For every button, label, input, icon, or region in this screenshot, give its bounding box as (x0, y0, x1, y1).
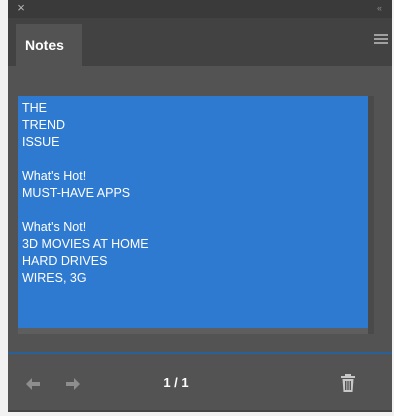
right-arrow-icon (66, 378, 80, 390)
note-text-line (22, 151, 372, 168)
note-text-line: MUST-HAVE APPS (22, 186, 131, 200)
note-text-line: 3D MOVIES AT HOME (22, 237, 149, 251)
page-counter: 1 / 1 (163, 375, 189, 390)
panel-menu-icon[interactable] (374, 34, 388, 46)
note-text-line: HARD DRIVES (22, 254, 108, 268)
previous-note-button[interactable] (24, 376, 42, 392)
note-text-line: TREND (22, 118, 66, 132)
note-text-line: WIRES, 3G (22, 271, 87, 285)
panel-bottom-edge (8, 410, 392, 412)
note-text-line: THE (22, 101, 47, 115)
panel-title-strip: × ‹‹ (8, 0, 392, 18)
left-arrow-icon (26, 378, 40, 390)
close-panel-button[interactable]: × (14, 1, 28, 15)
next-note-button[interactable] (64, 376, 82, 392)
note-text-line: What's Not! (22, 220, 87, 234)
collapse-panel-button[interactable]: ‹‹ (372, 2, 386, 14)
tab-notes[interactable]: Notes (16, 24, 82, 66)
delete-note-button[interactable] (340, 374, 356, 392)
tab-row: Notes (8, 18, 392, 66)
note-footer-bar: 1 / 1 (8, 354, 392, 412)
trash-icon (341, 374, 355, 392)
note-text-line: ISSUE (22, 135, 60, 149)
note-text-line (22, 202, 372, 219)
note-scrollbar[interactable] (368, 96, 374, 334)
note-text-container: THE TREND ISSUE What's Hot! MUST-HAVE APPS Wh… (18, 96, 374, 334)
note-text-area[interactable]: THE TREND ISSUE What's Hot! MUST-HAVE APPS Wh… (18, 96, 372, 328)
notes-panel: × ‹‹ Notes THE TREND ISSUE What's Hot! MUST-… (8, 0, 392, 412)
note-text-line: What's Hot! (22, 169, 87, 183)
